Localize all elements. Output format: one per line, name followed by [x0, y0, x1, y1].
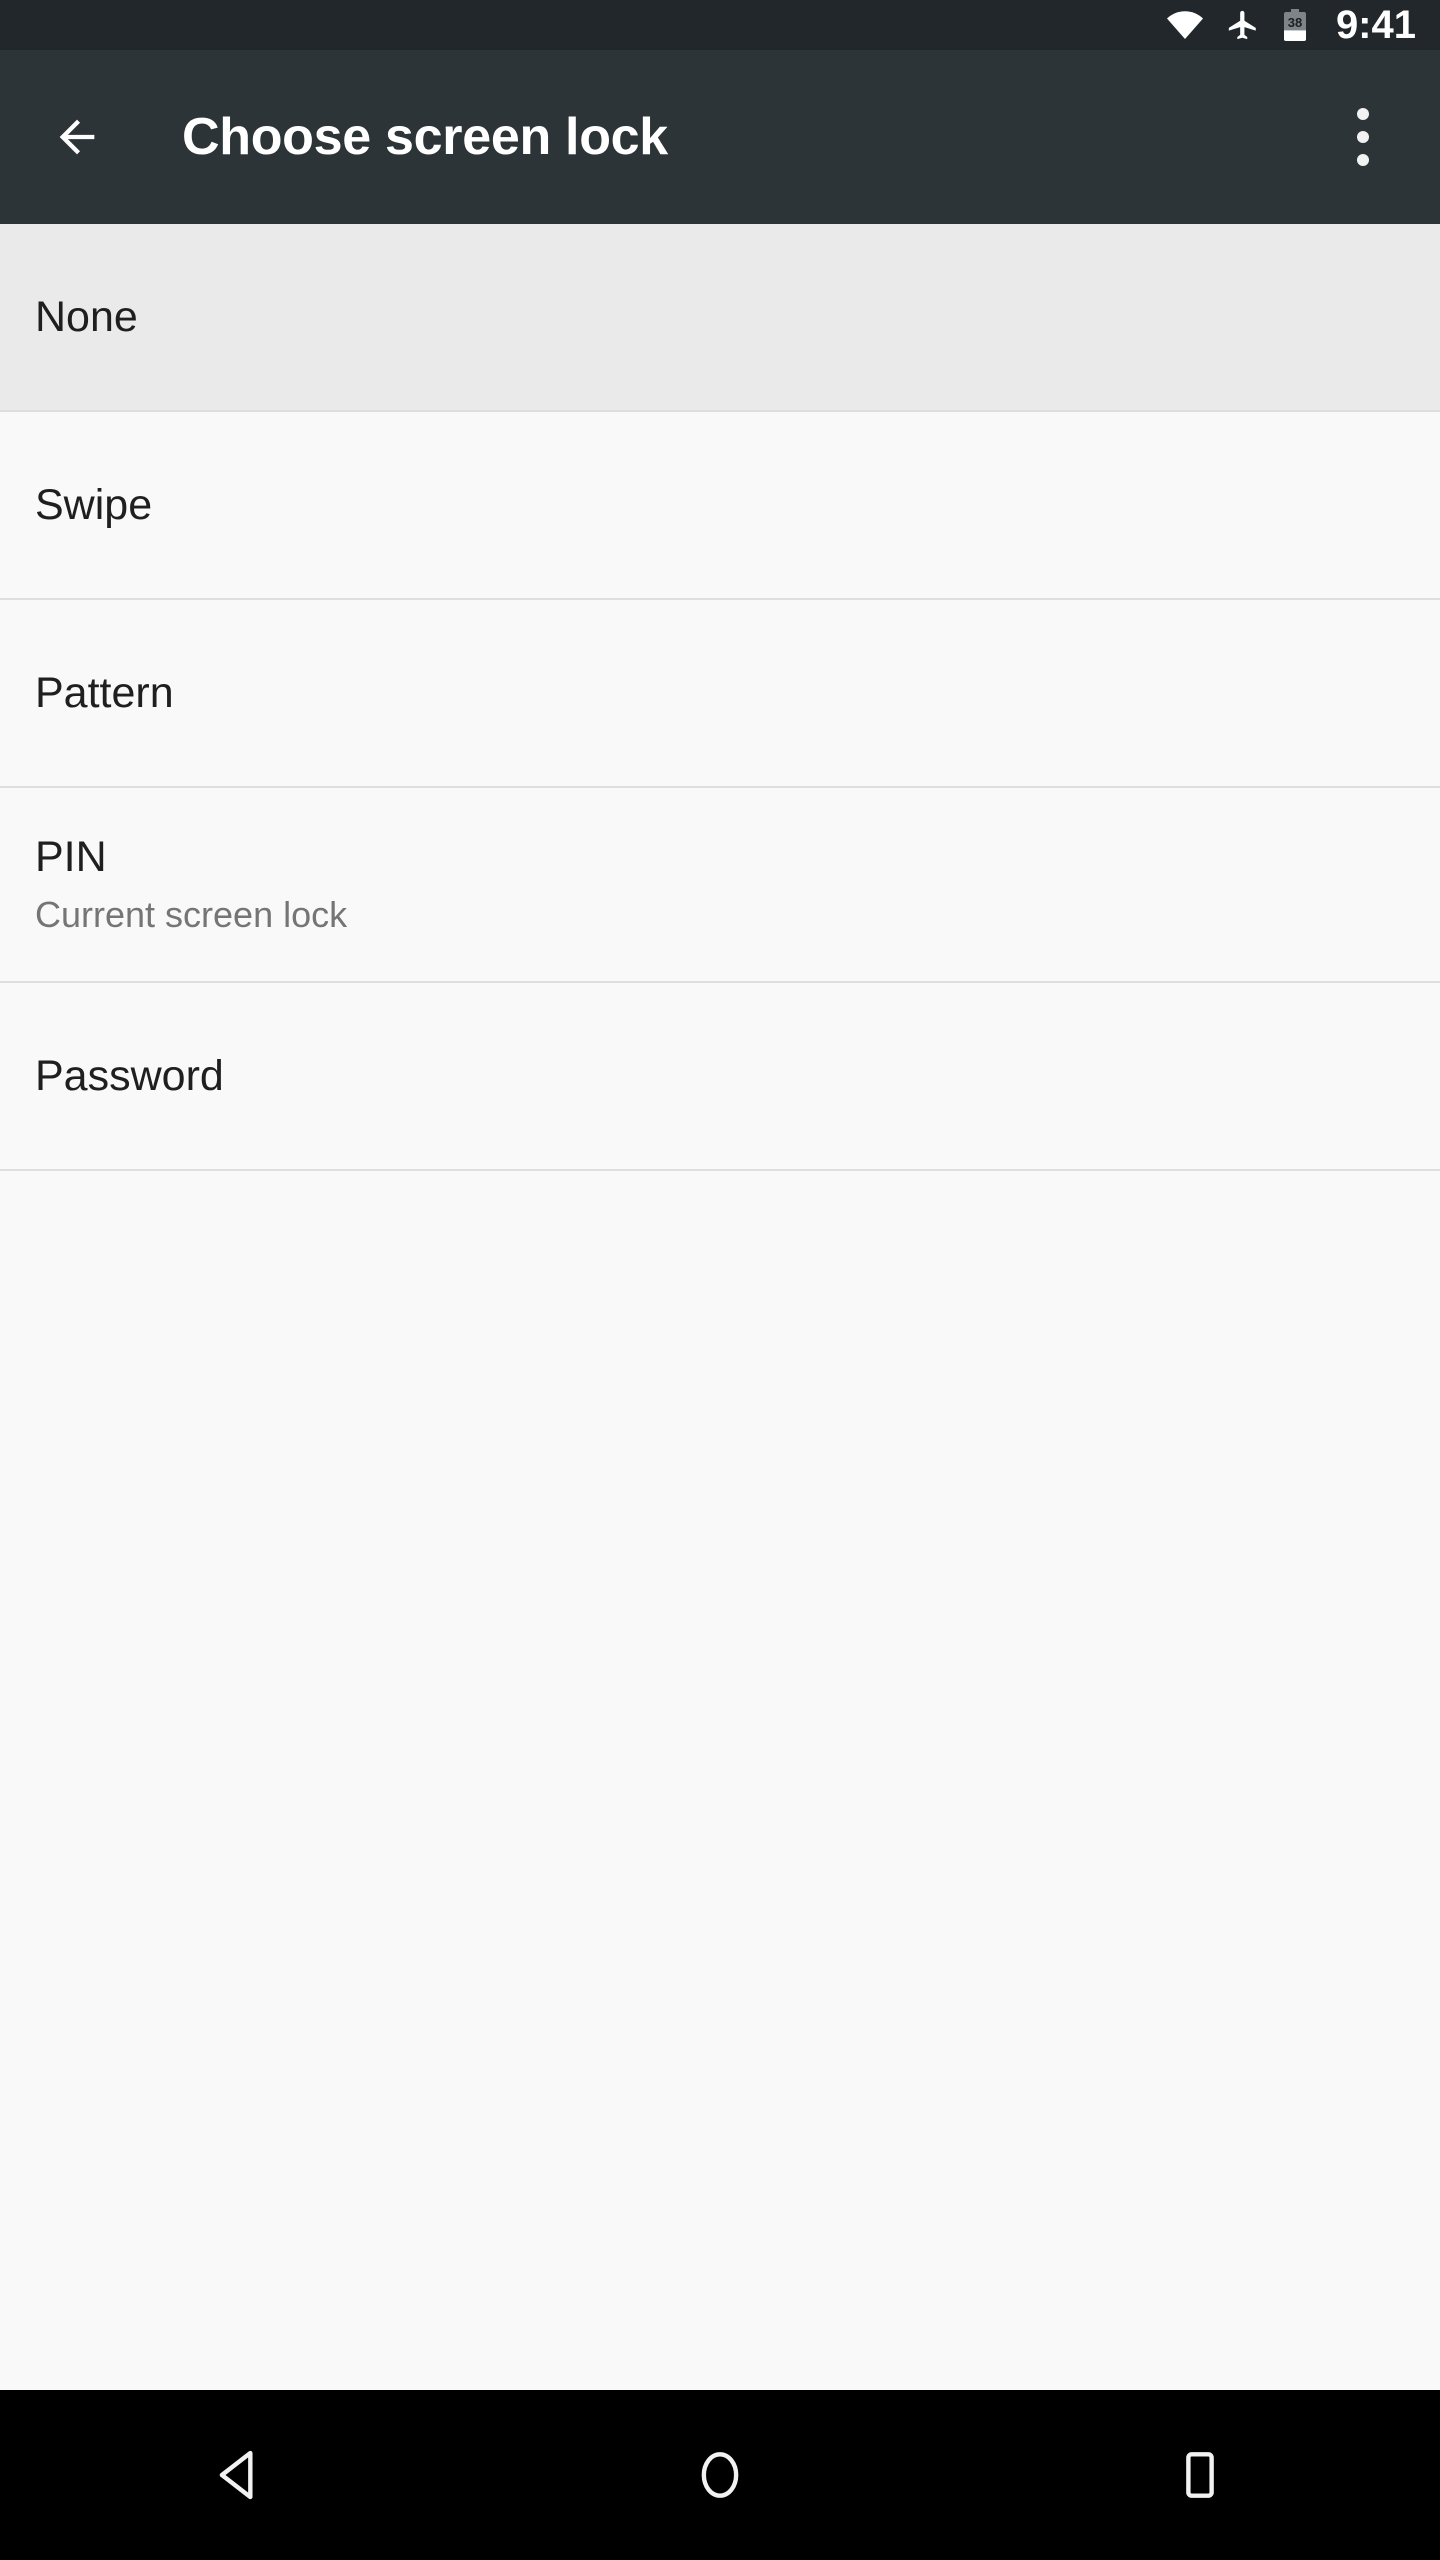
- screen: 38 9:41 Choose screen lock None Swipe Pa…: [0, 0, 1440, 2560]
- screen-lock-options-list: None Swipe Pattern PIN Current screen lo…: [0, 224, 1440, 2390]
- status-bar-icons: 38 9:41: [1166, 5, 1416, 45]
- arrow-back-icon: [51, 111, 103, 163]
- list-item-swipe[interactable]: Swipe: [0, 412, 1440, 600]
- nav-recents-square-icon: [1169, 2444, 1231, 2506]
- list-item-title: None: [35, 292, 138, 341]
- list-empty-space: [0, 1171, 1440, 2390]
- overflow-menu-button[interactable]: [1324, 92, 1402, 182]
- list-item-pattern[interactable]: Pattern: [0, 600, 1440, 788]
- list-item-password[interactable]: Password: [0, 983, 1440, 1171]
- battery-level-text: 38: [1288, 15, 1302, 30]
- wifi-icon: [1166, 10, 1204, 40]
- more-vert-icon-dot-3: [1357, 154, 1369, 166]
- back-button[interactable]: [40, 100, 114, 174]
- nav-home-circle-icon: [689, 2444, 751, 2506]
- list-item-pin[interactable]: PIN Current screen lock: [0, 788, 1440, 983]
- status-bar: 38 9:41: [0, 0, 1440, 50]
- more-vert-icon-dot-2: [1357, 131, 1369, 143]
- nav-recents-button[interactable]: [960, 2390, 1440, 2560]
- list-item-subtitle: Current screen lock: [35, 893, 348, 935]
- list-item-title: Pattern: [35, 668, 174, 717]
- list-item-title: PIN: [35, 832, 107, 881]
- airplane-mode-icon: [1226, 8, 1260, 42]
- more-vert-icon-dot-1: [1357, 108, 1369, 120]
- list-item-title: Swipe: [35, 480, 153, 529]
- list-item-none[interactable]: None: [0, 224, 1440, 412]
- nav-home-button[interactable]: [480, 2390, 960, 2560]
- nav-back-triangle-icon: [209, 2444, 271, 2506]
- nav-back-button[interactable]: [0, 2390, 480, 2560]
- list-item-title: Password: [35, 1051, 224, 1100]
- app-bar: Choose screen lock: [0, 50, 1440, 224]
- battery-icon: 38: [1282, 7, 1308, 43]
- page-title: Choose screen lock: [182, 108, 668, 166]
- status-bar-clock: 9:41: [1335, 3, 1416, 47]
- system-navigation-bar: [0, 2390, 1440, 2560]
